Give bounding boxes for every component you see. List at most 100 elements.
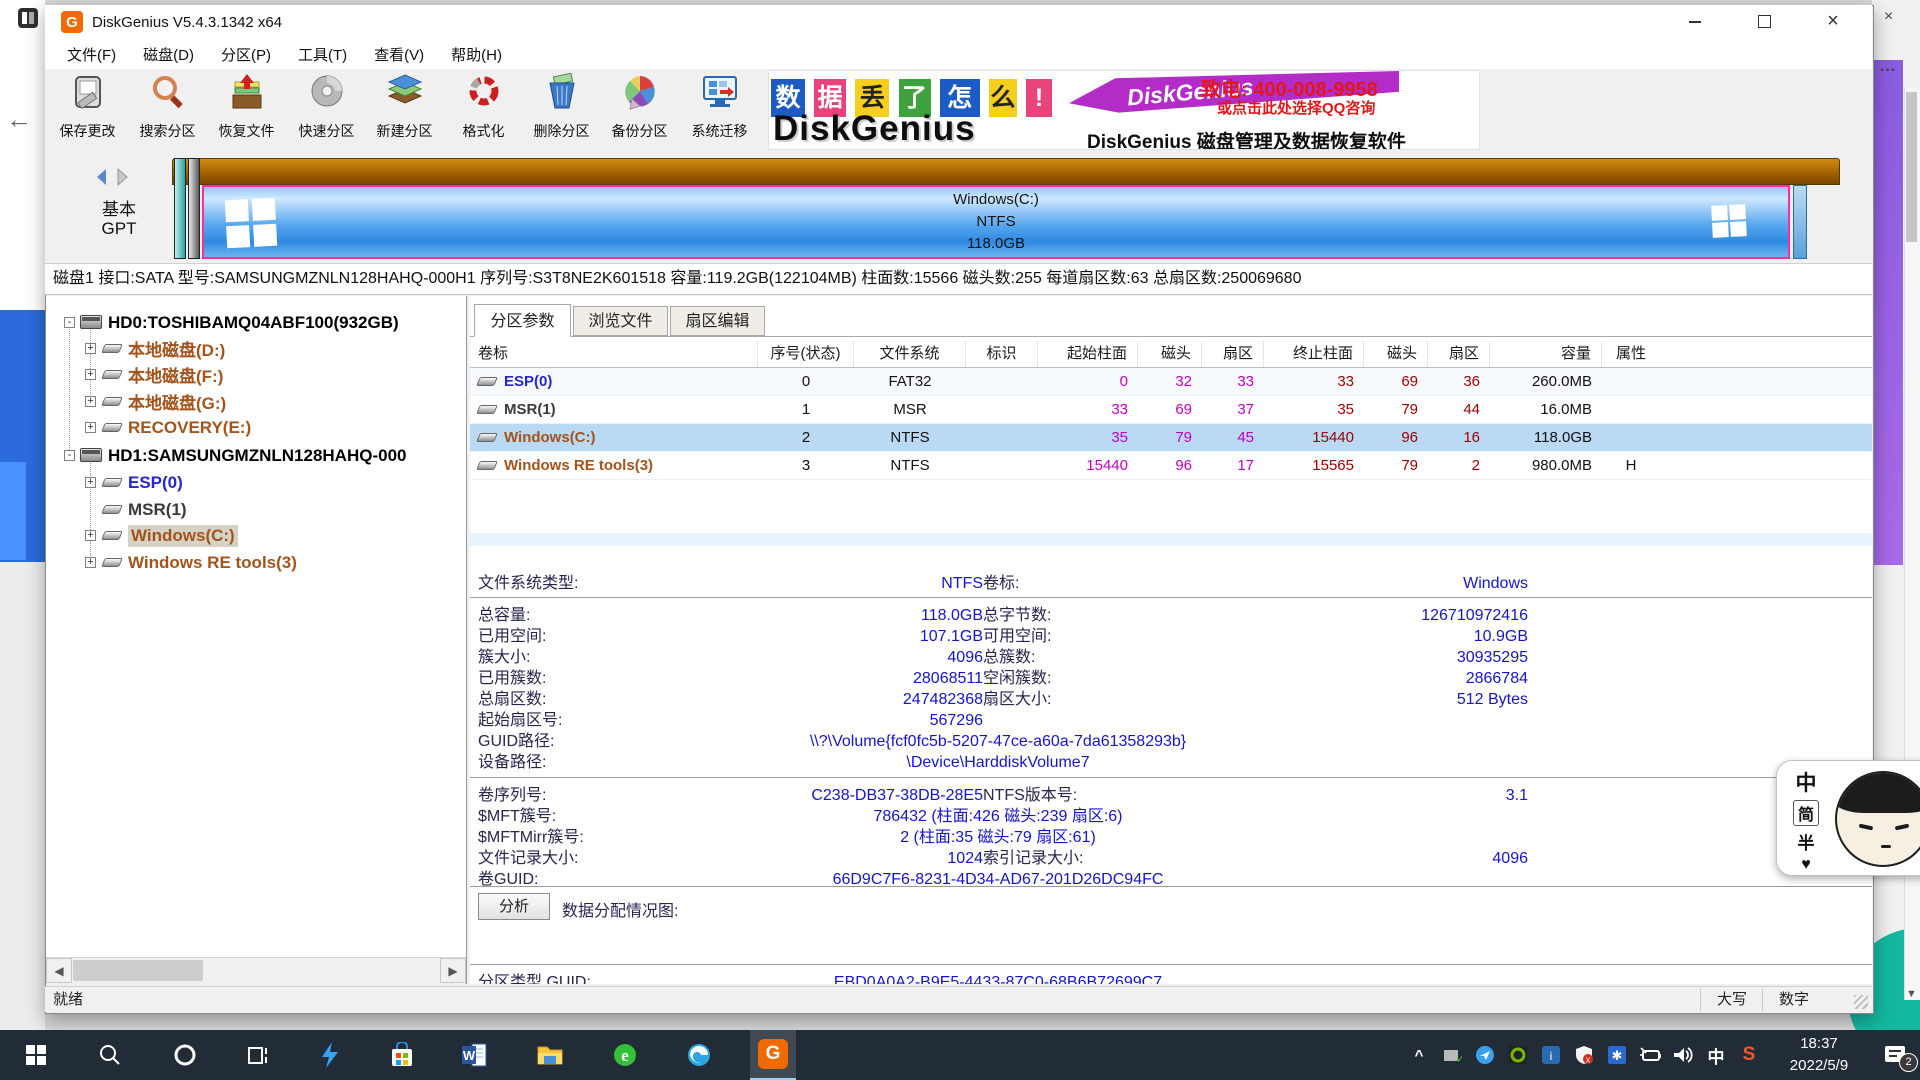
prev-disk-arrow-icon[interactable]: [93, 167, 109, 191]
table-row-windows-re[interactable]: Windows RE tools(3) 3 NTFS 15440 96 17 1…: [470, 452, 1872, 480]
ime-mode-simplified[interactable]: 简: [1793, 800, 1819, 826]
flash-app-icon[interactable]: [307, 1030, 353, 1080]
recover-files-button[interactable]: 恢复文件: [207, 73, 286, 149]
tray-nvidia-icon[interactable]: [1507, 1030, 1529, 1080]
taskbar: W e G ^ ✓ i x ✱ 中 S 18:37 2022/5/9 2: [0, 1030, 1920, 1080]
tray-snowflake-icon[interactable]: ✱: [1606, 1030, 1628, 1080]
tray-bird-app-icon[interactable]: [1474, 1030, 1496, 1080]
scrollbar-thumb[interactable]: [1906, 92, 1917, 242]
menu-disk[interactable]: 磁盘(D): [143, 44, 194, 65]
tray-volume-icon[interactable]: [1672, 1030, 1694, 1080]
menu-help[interactable]: 帮助(H): [451, 44, 502, 65]
tree-item-msr[interactable]: MSR(1): [46, 497, 466, 522]
menu-partition[interactable]: 分区(P): [221, 44, 271, 65]
tree-item-esp[interactable]: + ESP(0): [46, 470, 466, 495]
expand-icon[interactable]: +: [85, 369, 96, 380]
expand-icon[interactable]: +: [85, 477, 96, 488]
banner-qq-link[interactable]: 或点击此处选择QQ咨询: [1217, 97, 1375, 118]
detail-row: 簇大小:4096 总簇数:30935295: [478, 647, 1638, 668]
tray-power-icon[interactable]: [1639, 1030, 1661, 1080]
tree-item-local-f[interactable]: + 本地磁盘(F:): [46, 362, 466, 387]
tree-item-local-g[interactable]: + 本地磁盘(G:): [46, 389, 466, 414]
delete-partition-button[interactable]: 删除分区: [522, 73, 601, 149]
back-arrow-icon[interactable]: ←: [6, 104, 32, 135]
ime-mode-halfwidth[interactable]: 半: [1789, 829, 1823, 854]
edge-icon[interactable]: [676, 1030, 722, 1080]
tab-partition-params[interactable]: 分区参数: [474, 304, 571, 337]
menu-bar: 文件(F) 磁盘(D) 分区(P) 工具(T) 查看(V) 帮助(H): [45, 39, 1872, 69]
store-icon[interactable]: [379, 1030, 425, 1080]
tray-printer-icon[interactable]: ✓: [1441, 1030, 1463, 1080]
banner-tile: !: [1026, 79, 1052, 117]
tray-intel-graphics-icon[interactable]: i: [1540, 1030, 1562, 1080]
scroll-right-button[interactable]: ▶: [440, 958, 466, 983]
tray-security-shield-icon[interactable]: x: [1573, 1030, 1595, 1080]
expand-icon[interactable]: +: [85, 343, 96, 354]
detail-row: 已用簇数:28068511 空闲簇数:2866784: [478, 668, 1638, 689]
expand-icon[interactable]: +: [85, 530, 96, 541]
resize-grip[interactable]: [1854, 995, 1868, 1009]
tree-horizontal-scrollbar[interactable]: ◀ ▶: [46, 957, 466, 984]
background-close-icon[interactable]: ×: [1884, 8, 1893, 26]
tree-item-hd1[interactable]: - HD1:SAMSUNGMZNLN128HAHQ-000: [46, 443, 466, 468]
caps-indicator: 大写: [1700, 989, 1763, 1011]
msr-partition-bar[interactable]: [188, 158, 200, 259]
tree-item-local-d[interactable]: + 本地磁盘(D:): [46, 336, 466, 361]
analyze-button[interactable]: 分析: [478, 893, 550, 920]
save-changes-button[interactable]: 保存更改: [48, 73, 127, 149]
file-explorer-icon[interactable]: [527, 1030, 573, 1080]
notification-center-icon[interactable]: 2: [1878, 1030, 1912, 1080]
table-row-esp[interactable]: ESP(0) 0 FAT32 0 32 33 33 69 36 260.0MB: [470, 368, 1872, 396]
background-more-icon[interactable]: ···: [1880, 62, 1896, 80]
cortana-icon[interactable]: [162, 1030, 208, 1080]
diskgenius-taskbar-icon[interactable]: G: [750, 1030, 796, 1080]
expand-icon[interactable]: +: [85, 422, 96, 433]
table-row-windows-c-selected[interactable]: Windows(C:) 2 NTFS 35 79 45 15440 96 16 …: [470, 424, 1872, 452]
tab-browse-files[interactable]: 浏览文件: [573, 306, 668, 336]
word-icon[interactable]: W: [451, 1030, 497, 1080]
scroll-left-button[interactable]: ◀: [46, 958, 72, 983]
title-bar: G DiskGenius V5.4.3.1342 x64: [45, 5, 1872, 39]
tray-ime-indicator[interactable]: 中: [1705, 1030, 1727, 1080]
expand-icon[interactable]: +: [85, 396, 96, 407]
collapse-icon[interactable]: -: [64, 317, 75, 328]
banner-ad[interactable]: 数 据 丢 了 怎 么 ! DiskGenius DiskGenius 致电: …: [768, 70, 1480, 150]
menu-file[interactable]: 文件(F): [67, 44, 116, 65]
ime-heart-icon[interactable]: ♥: [1789, 856, 1823, 874]
new-partition-button[interactable]: 新建分区: [365, 73, 444, 149]
collapse-icon[interactable]: -: [64, 450, 75, 461]
tree-item-windows-re[interactable]: + Windows RE tools(3): [46, 550, 466, 575]
taskbar-clock[interactable]: 18:37 2022/5/9: [1771, 1033, 1867, 1077]
close-button[interactable]: ×: [1810, 5, 1856, 38]
minimize-button[interactable]: [1672, 5, 1718, 38]
menu-view[interactable]: 查看(V): [374, 44, 424, 65]
scroll-thumb[interactable]: [73, 960, 203, 981]
task-view-icon[interactable]: [235, 1030, 281, 1080]
tray-sogou-icon[interactable]: S: [1738, 1030, 1760, 1080]
quick-partition-button[interactable]: 快速分区: [287, 73, 366, 149]
status-bar: 就绪 大写 数字: [45, 986, 1872, 1012]
esp-partition-bar[interactable]: [174, 158, 186, 259]
menu-tools[interactable]: 工具(T): [298, 44, 347, 65]
tab-sector-edit[interactable]: 扇区编辑: [670, 306, 765, 336]
backup-partition-button[interactable]: 备份分区: [600, 73, 679, 149]
tree-item-windows-c[interactable]: + Windows(C:): [46, 523, 466, 548]
table-row-msr[interactable]: MSR(1) 1 MSR 33 69 37 35 79 44 16.0MB: [470, 396, 1872, 424]
taskbar-search-icon[interactable]: [87, 1030, 133, 1080]
scrollbar-down-arrow[interactable]: ▼: [1906, 988, 1917, 1000]
green-browser-icon[interactable]: e: [602, 1030, 648, 1080]
maximize-button[interactable]: [1741, 5, 1787, 38]
next-disk-arrow-icon[interactable]: [115, 167, 131, 191]
start-button[interactable]: [13, 1030, 59, 1080]
tree-item-recovery-e[interactable]: + RECOVERY(E:): [46, 415, 466, 440]
re-partition-bar[interactable]: [1793, 185, 1807, 259]
ime-floating-widget[interactable]: 中 简 半 ♥: [1776, 760, 1920, 876]
tree-item-hd0[interactable]: - HD0:TOSHIBAMQ04ABF100(932GB): [46, 310, 466, 335]
system-migration-button[interactable]: 系统迁移: [680, 73, 759, 149]
ime-mode-chinese[interactable]: 中: [1789, 767, 1823, 797]
tree-item-label: MSR(1): [128, 500, 187, 520]
search-partition-button[interactable]: 搜索分区: [128, 73, 207, 149]
format-button[interactable]: 格式化: [444, 73, 523, 149]
expand-icon[interactable]: +: [85, 557, 96, 568]
tray-chevron-icon[interactable]: ^: [1408, 1030, 1430, 1080]
